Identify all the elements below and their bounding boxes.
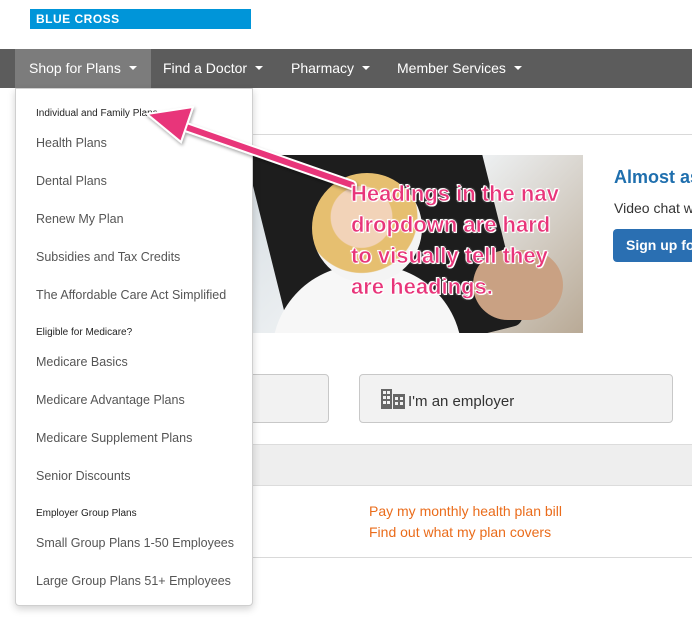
main-navbar: Shop for Plans Find a Doctor Pharmacy Me…	[0, 49, 692, 88]
dropdown-item-renew-my-plan[interactable]: Renew My Plan	[36, 212, 124, 226]
dropdown-item-medicare-supplement[interactable]: Medicare Supplement Plans	[36, 431, 192, 445]
shop-for-plans-dropdown: Individual and Family Plans Health Plans…	[15, 88, 253, 606]
dropdown-heading: Eligible for Medicare?	[36, 327, 133, 338]
dropdown-heading: Employer Group Plans	[36, 508, 137, 519]
dropdown-heading: Individual and Family Plans	[36, 108, 158, 119]
dropdown-item-medicare-basics[interactable]: Medicare Basics	[36, 355, 128, 369]
nav-item-label: Member Services	[397, 60, 506, 76]
chevron-down-icon	[362, 66, 371, 71]
brand-logo[interactable]: BLUE CROSS	[30, 9, 251, 29]
employer-option-button[interactable]: I'm an employer	[359, 374, 673, 423]
dropdown-item-aca-simplified[interactable]: The Affordable Care Act Simplified	[36, 288, 226, 302]
nav-item-label: Shop for Plans	[29, 60, 121, 76]
nav-item-label: Find a Doctor	[163, 60, 248, 76]
nav-find-a-doctor[interactable]: Find a Doctor	[149, 49, 277, 88]
plan-coverage-link[interactable]: Find out what my plan covers	[369, 524, 551, 540]
dropdown-item-large-group[interactable]: Large Group Plans 51+ Employees	[36, 574, 231, 588]
section-band	[252, 444, 692, 486]
dropdown-item-medicare-advantage[interactable]: Medicare Advantage Plans	[36, 393, 185, 407]
divider	[252, 134, 692, 135]
sign-up-button[interactable]: Sign up fo	[613, 229, 692, 262]
dropdown-item-small-group[interactable]: Small Group Plans 1-50 Employees	[36, 536, 234, 550]
pay-bill-link[interactable]: Pay my monthly health plan bill	[369, 503, 562, 519]
nav-pharmacy[interactable]: Pharmacy	[277, 49, 384, 88]
dropdown-item-dental-plans[interactable]: Dental Plans	[36, 174, 107, 188]
chevron-down-icon	[255, 66, 264, 71]
annotation-callout-text: Headings in the nav dropdown are hard to…	[351, 181, 559, 300]
dropdown-item-health-plans[interactable]: Health Plans	[36, 136, 107, 150]
chevron-down-icon	[128, 66, 137, 71]
nav-member-services[interactable]: Member Services	[383, 49, 536, 88]
nav-shop-for-plans[interactable]: Shop for Plans	[15, 49, 151, 88]
divider	[252, 557, 692, 558]
chevron-down-icon	[513, 66, 522, 71]
audience-option-button[interactable]	[245, 374, 329, 423]
employer-option-label: I'm an employer	[408, 393, 515, 410]
nav-item-label: Pharmacy	[291, 60, 355, 76]
dropdown-item-subsidies[interactable]: Subsidies and Tax Credits	[36, 250, 180, 264]
promo-title: Almost as	[614, 167, 692, 187]
building-icon	[381, 389, 405, 409]
promo-text: Video chat w	[614, 200, 692, 216]
dropdown-item-senior-discounts[interactable]: Senior Discounts	[36, 469, 131, 483]
brand-logo-text: BLUE CROSS	[36, 12, 120, 26]
